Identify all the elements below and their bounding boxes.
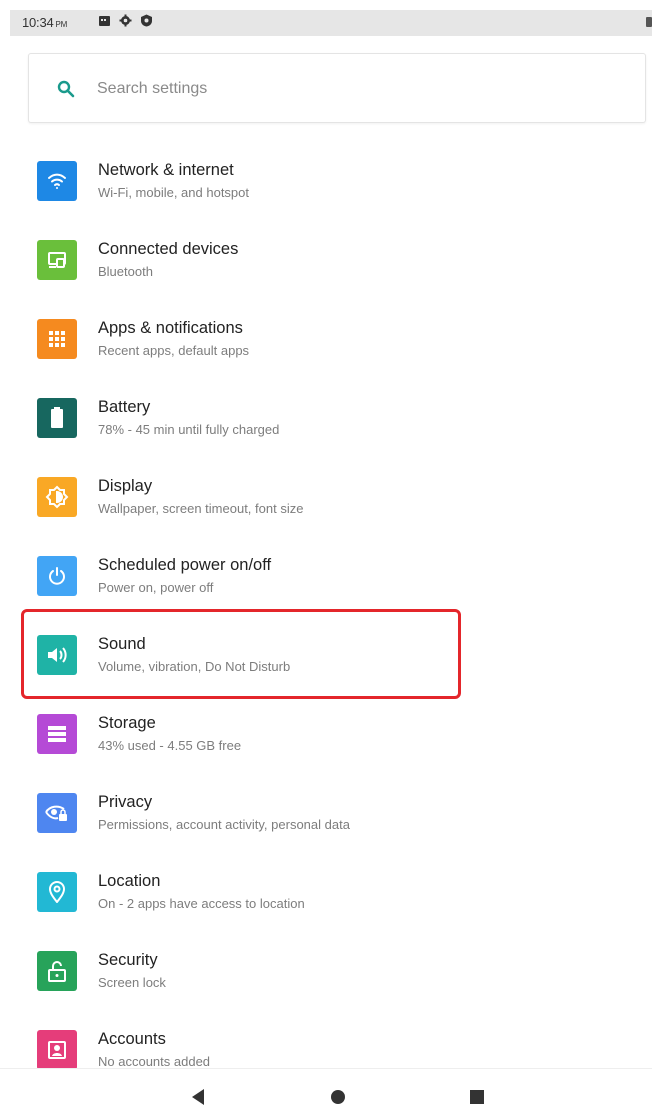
settings-icon bbox=[119, 14, 132, 32]
setting-network-internet[interactable]: Network & internet Wi-Fi, mobile, and ho… bbox=[0, 140, 652, 219]
search-input[interactable]: Search settings bbox=[97, 80, 207, 98]
setting-title: Privacy bbox=[98, 793, 153, 811]
setting-title: Network & internet bbox=[98, 161, 234, 179]
status-time: 10:34 PM bbox=[22, 15, 68, 30]
status-bar: 10:34 PM bbox=[10, 10, 652, 36]
recents-icon[interactable] bbox=[467, 1087, 487, 1107]
location-icon bbox=[37, 872, 77, 912]
setting-title: Accounts bbox=[98, 1030, 166, 1048]
setting-apps-notifications[interactable]: Apps & notifications Recent apps, defaul… bbox=[0, 298, 652, 377]
setting-subtitle: Recent apps, default apps bbox=[98, 343, 250, 358]
setting-scheduled-power[interactable]: Scheduled power on/off Power on, power o… bbox=[0, 535, 652, 614]
setting-connected-devices[interactable]: Connected devices Bluetooth bbox=[0, 219, 652, 298]
devices-icon bbox=[37, 240, 77, 280]
calendar-icon bbox=[98, 14, 111, 32]
status-ampm: PM bbox=[55, 20, 68, 29]
setting-subtitle: On - 2 apps have access to location bbox=[98, 896, 305, 911]
setting-title: Location bbox=[98, 872, 161, 890]
setting-subtitle: Screen lock bbox=[98, 975, 166, 990]
setting-location[interactable]: Location On - 2 apps have access to loca… bbox=[0, 851, 652, 930]
accounts-icon bbox=[37, 1030, 77, 1070]
vpn-icon bbox=[140, 14, 153, 32]
setting-storage[interactable]: Storage 43% used - 4.55 GB free bbox=[0, 693, 652, 772]
setting-subtitle: Power on, power off bbox=[98, 580, 214, 595]
battery-icon bbox=[37, 398, 77, 438]
setting-subtitle: Wi-Fi, mobile, and hotspot bbox=[98, 185, 250, 200]
setting-title: Storage bbox=[98, 714, 156, 732]
setting-title: Display bbox=[98, 477, 153, 495]
power-icon bbox=[37, 556, 77, 596]
sound-highlight-box bbox=[21, 609, 461, 699]
setting-title: Apps & notifications bbox=[98, 319, 243, 337]
setting-battery[interactable]: Battery 78% - 45 min until fully charged bbox=[0, 377, 652, 456]
setting-subtitle: Wallpaper, screen timeout, font size bbox=[98, 501, 304, 516]
setting-privacy[interactable]: Privacy Permissions, account activity, p… bbox=[0, 772, 652, 851]
privacy-icon bbox=[37, 793, 77, 833]
battery-status-icon bbox=[646, 17, 652, 27]
lock-icon bbox=[37, 951, 77, 991]
wifi-icon bbox=[37, 161, 77, 201]
setting-title: Security bbox=[98, 951, 158, 969]
search-icon bbox=[57, 80, 75, 103]
home-icon[interactable] bbox=[328, 1087, 348, 1107]
setting-subtitle: Permissions, account activity, personal … bbox=[98, 817, 350, 832]
apps-icon bbox=[37, 319, 77, 359]
search-bar[interactable]: Search settings bbox=[28, 53, 646, 123]
setting-title: Connected devices bbox=[98, 240, 239, 258]
setting-title: Scheduled power on/off bbox=[98, 556, 272, 574]
display-icon bbox=[37, 477, 77, 517]
setting-subtitle: 78% - 45 min until fully charged bbox=[98, 422, 280, 437]
back-icon[interactable] bbox=[188, 1087, 208, 1107]
storage-icon bbox=[37, 714, 77, 754]
setting-subtitle: No accounts added bbox=[98, 1054, 211, 1069]
setting-title: Battery bbox=[98, 398, 151, 416]
navigation-bar bbox=[0, 1068, 652, 1114]
setting-security[interactable]: Security Screen lock bbox=[0, 930, 652, 1009]
setting-subtitle: Bluetooth bbox=[98, 264, 153, 279]
setting-display[interactable]: Display Wallpaper, screen timeout, font … bbox=[0, 456, 652, 535]
setting-subtitle: 43% used - 4.55 GB free bbox=[98, 738, 242, 753]
